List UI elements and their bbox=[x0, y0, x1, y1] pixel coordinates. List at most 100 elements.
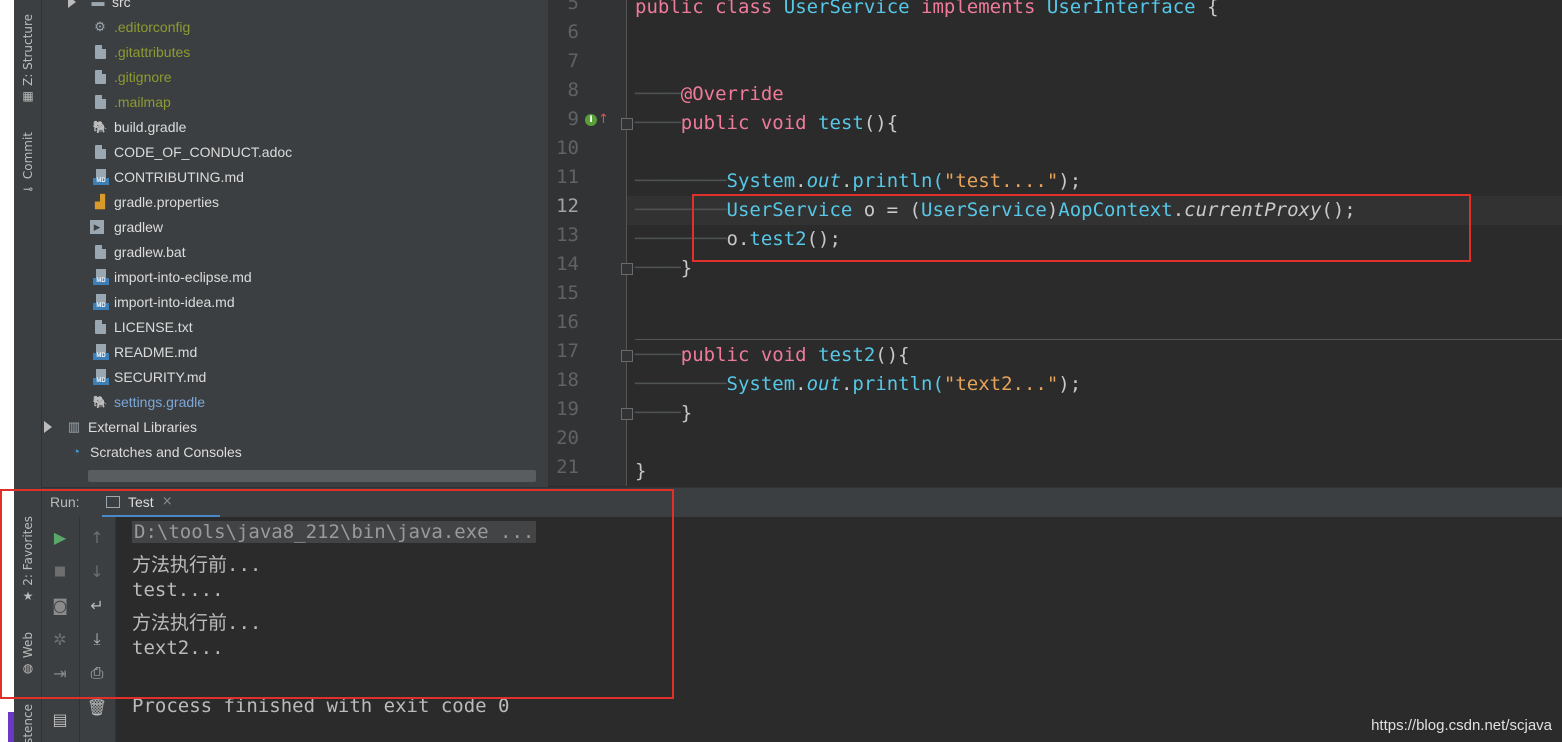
line-number: 19 bbox=[556, 398, 579, 420]
tree-item[interactable]: 🐘 settings.gradle bbox=[90, 389, 206, 414]
code-token: } bbox=[680, 256, 693, 279]
tree-item-label: .mailmap bbox=[114, 93, 171, 110]
line-number: 8 bbox=[567, 79, 579, 101]
tree-item[interactable]: .gitattributes bbox=[90, 39, 190, 64]
tree-item-external-libraries[interactable]: ▥ External Libraries bbox=[44, 414, 197, 439]
line-number: 21 bbox=[556, 456, 579, 478]
tree-item[interactable]: ▸ gradlew bbox=[90, 214, 163, 239]
tree-item-scratches[interactable]: ◔ Scratches and Consoles bbox=[66, 439, 242, 464]
active-tool-marker bbox=[8, 712, 14, 742]
tree-item[interactable]: MD README.md bbox=[90, 339, 197, 364]
tree-item-label: settings.gradle bbox=[114, 393, 206, 410]
tree-item-label: .editorconfig bbox=[114, 18, 191, 35]
code-token: . bbox=[840, 169, 853, 192]
tree-item[interactable]: ▬ src bbox=[68, 0, 131, 14]
gradle-icon: 🐘 bbox=[92, 119, 108, 134]
tree-item[interactable]: LICENSE.txt bbox=[90, 314, 193, 339]
code-token: implements bbox=[921, 0, 1036, 18]
indent-guide: ──── bbox=[635, 343, 681, 366]
markdown-file-icon: MD bbox=[90, 168, 110, 186]
tree-item-label: gradle.properties bbox=[114, 193, 220, 210]
fold-marker-icon[interactable] bbox=[621, 408, 633, 420]
indent-guide: ──────── bbox=[635, 169, 727, 192]
line-number: 12 bbox=[556, 195, 579, 217]
persistence-tool-tab[interactable]: stence bbox=[16, 704, 40, 742]
watermark: https://blog.csdn.net/scjava bbox=[1371, 717, 1552, 734]
code-token: "text2..." bbox=[943, 372, 1059, 395]
horizontal-scrollbar[interactable] bbox=[88, 470, 536, 482]
persistence-tab-label: stence bbox=[21, 704, 35, 742]
expand-arrow-icon[interactable] bbox=[44, 420, 52, 433]
structure-tool-tab[interactable]: Z: Structure ▦ bbox=[16, 14, 40, 103]
tree-item[interactable]: MD import-into-eclipse.md bbox=[90, 264, 252, 289]
code-token: void bbox=[760, 111, 807, 134]
line-number: 20 bbox=[556, 427, 579, 449]
code-token: . bbox=[795, 372, 807, 395]
code-token: out bbox=[806, 169, 841, 192]
code-highlight-box bbox=[692, 194, 1471, 262]
code-line-14: ────} bbox=[635, 253, 692, 282]
text-file-icon bbox=[90, 43, 110, 61]
gradle-icon: 🐘 bbox=[92, 394, 108, 409]
properties-file-icon: ▟ bbox=[95, 193, 105, 209]
expand-arrow-icon[interactable] bbox=[68, 0, 76, 8]
fold-marker-icon[interactable] bbox=[621, 118, 633, 130]
tree-item-label: .gitattributes bbox=[114, 43, 191, 60]
code-line-11: ──────── System. out. println("test...."); bbox=[635, 166, 1081, 195]
code-line-8: ──── @Override bbox=[635, 79, 784, 108]
fold-marker-icon[interactable] bbox=[621, 350, 633, 362]
code-line-18: ──────── System. out. println("text2..."); bbox=[635, 369, 1081, 398]
tree-item[interactable]: ⚙ .editorconfig bbox=[90, 14, 190, 39]
tree-item[interactable]: MD import-into-idea.md bbox=[90, 289, 235, 314]
commit-icon: ⊸ bbox=[22, 182, 34, 197]
code-token: public bbox=[680, 111, 750, 134]
line-number: 7 bbox=[567, 50, 579, 72]
indent-guide: ──── bbox=[635, 256, 681, 279]
commit-tool-tab[interactable]: Commit ⊸ bbox=[16, 132, 40, 196]
tree-item[interactable]: MD SECURITY.md bbox=[90, 364, 206, 389]
structure-tab-label: Z: Structure bbox=[21, 14, 35, 86]
tree-item[interactable]: 🐘 build.gradle bbox=[90, 114, 187, 139]
commit-tab-label: Commit bbox=[21, 132, 35, 180]
line-number: 16 bbox=[556, 311, 579, 333]
code-token: ); bbox=[1058, 372, 1082, 395]
tree-item[interactable]: gradlew.bat bbox=[90, 239, 186, 264]
indent-guide: ──── bbox=[635, 82, 681, 105]
override-arrow-icon[interactable]: ↑ bbox=[598, 112, 609, 127]
line-number: 18 bbox=[556, 369, 579, 391]
code-token: public bbox=[635, 0, 704, 18]
code-token: . bbox=[840, 372, 853, 395]
code-token: System bbox=[726, 372, 796, 395]
code-token: void bbox=[760, 343, 807, 366]
text-file-icon bbox=[90, 243, 110, 261]
markdown-file-icon: MD bbox=[90, 343, 110, 361]
tree-item[interactable]: CODE_OF_CONDUCT.adoc bbox=[90, 139, 292, 164]
library-icon: ▥ bbox=[67, 418, 81, 434]
line-number: 11 bbox=[556, 166, 579, 188]
line-number: 15 bbox=[556, 282, 579, 304]
tree-item[interactable]: ▟ gradle.properties bbox=[90, 189, 219, 214]
text-file-icon bbox=[90, 318, 110, 336]
code-token: println( bbox=[852, 169, 944, 192]
code-token: (){ bbox=[875, 343, 910, 366]
text-file-icon bbox=[90, 93, 110, 111]
code-token: } bbox=[680, 401, 693, 424]
indent-guide: ──── bbox=[635, 401, 681, 424]
tree-item[interactable]: .mailmap bbox=[90, 89, 171, 114]
tree-item-label: External Libraries bbox=[88, 418, 197, 435]
tree-item-label: build.gradle bbox=[114, 118, 187, 135]
tree-item-label: src bbox=[112, 0, 131, 10]
implements-method-icon[interactable]: I bbox=[585, 114, 597, 126]
code-token: . bbox=[795, 169, 807, 192]
tree-item[interactable]: .gitignore bbox=[90, 64, 172, 89]
code-token: test bbox=[818, 111, 864, 134]
layout-icon[interactable]: ▤ bbox=[48, 707, 72, 731]
code-token: } bbox=[635, 459, 647, 482]
tree-item[interactable]: MD CONTRIBUTING.md bbox=[90, 164, 244, 189]
line-number: 5 bbox=[567, 0, 579, 14]
tree-item-label: CONTRIBUTING.md bbox=[114, 168, 244, 185]
line-number: 10 bbox=[556, 137, 579, 159]
fold-marker-icon[interactable] bbox=[621, 263, 633, 275]
code-line-17: ──── public void test2(){ bbox=[635, 340, 910, 369]
tree-item-label: CODE_OF_CONDUCT.adoc bbox=[114, 143, 293, 160]
